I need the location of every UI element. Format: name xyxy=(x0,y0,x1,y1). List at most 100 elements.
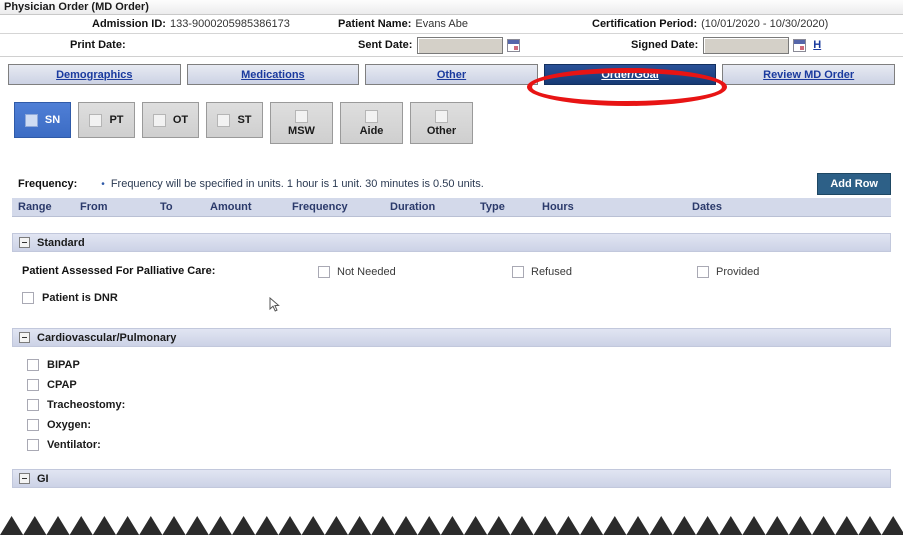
collapse-minus-icon[interactable] xyxy=(19,332,30,343)
tab-order-goal[interactable]: Order/Goal xyxy=(544,64,717,85)
option-oxygen[interactable]: Oxygen: xyxy=(12,415,891,435)
checkbox-ventilator[interactable] xyxy=(27,439,39,451)
admission-id-label: Admission ID: xyxy=(92,18,166,30)
discipline-button-sn[interactable]: SN xyxy=(14,102,71,138)
signed-date-label: Signed Date: xyxy=(631,39,698,51)
option-refused[interactable]: Refused xyxy=(512,262,572,282)
column-header-amount: Amount xyxy=(210,198,252,216)
column-header-dates: Dates xyxy=(692,198,722,216)
checkbox-oxygen[interactable] xyxy=(27,419,39,431)
tab-other[interactable]: Other xyxy=(365,64,538,85)
option-label: BIPAP xyxy=(47,359,80,371)
sent-date-label: Sent Date: xyxy=(358,39,412,51)
torn-paper-edge xyxy=(0,514,903,535)
option-label: Ventilator: xyxy=(47,439,101,451)
signed-date-input[interactable] xyxy=(703,37,789,54)
section-gi-header[interactable]: GI xyxy=(12,469,891,488)
order-table-header: Range From To Amount Frequency Duration Type Ho… xyxy=(12,198,891,217)
frequency-row: Frequency: • Frequency will be specified… xyxy=(0,170,903,198)
window-title: Physician Order (MD Order) xyxy=(0,0,903,15)
section-standard-title: Standard xyxy=(37,237,85,249)
option-patient-is-dnr-label: Patient is DNR xyxy=(42,292,118,304)
calendar-icon[interactable] xyxy=(507,39,520,52)
discipline-label: ST xyxy=(237,114,251,126)
section-gi-title: GI xyxy=(37,473,49,485)
palliative-care-label: Patient Assessed For Palliative Care: xyxy=(22,265,215,277)
column-header-hours: Hours xyxy=(542,198,574,216)
sent-date-input[interactable] xyxy=(417,37,503,54)
checkbox-discipline-sn[interactable] xyxy=(25,114,38,127)
discipline-label: Aide xyxy=(360,125,384,137)
checkbox-provided[interactable] xyxy=(697,266,709,278)
checkbox-discipline-msw[interactable] xyxy=(295,110,308,123)
option-not-needed[interactable]: Not Needed xyxy=(318,262,396,282)
print-date-label: Print Date: xyxy=(70,39,126,51)
checkbox-tracheostomy[interactable] xyxy=(27,399,39,411)
column-header-type: Type xyxy=(480,198,505,216)
patient-name-label: Patient Name: xyxy=(338,18,411,30)
checkbox-discipline-ot[interactable] xyxy=(153,114,166,127)
certification-period-label: Certification Period: xyxy=(592,18,697,30)
option-tracheostomy[interactable]: Tracheostomy: xyxy=(12,395,891,415)
section-gi: GI xyxy=(12,469,891,488)
print-date-field: Print Date: xyxy=(70,34,126,56)
column-header-frequency: Frequency xyxy=(292,198,348,216)
certification-period-value: (10/01/2020 - 10/30/2020) xyxy=(701,18,828,30)
option-ventilator[interactable]: Ventilator: xyxy=(12,435,891,455)
frequency-label: Frequency: xyxy=(18,178,77,190)
frequency-note: Frequency will be specified in units. 1 … xyxy=(111,178,484,190)
discipline-label: SN xyxy=(45,114,60,126)
discipline-button-msw[interactable]: MSW xyxy=(270,102,333,144)
checkbox-bipap[interactable] xyxy=(27,359,39,371)
tab-review-md-order[interactable]: Review MD Order xyxy=(722,64,895,85)
signed-date-field: Signed Date: H xyxy=(631,34,821,56)
option-label: CPAP xyxy=(47,379,77,391)
tab-demographics[interactable]: Demographics xyxy=(8,64,181,85)
section-cardiovascular-pulmonary-title: Cardiovascular/Pulmonary xyxy=(37,332,176,344)
checkbox-discipline-pt[interactable] xyxy=(89,114,102,127)
discipline-label: MSW xyxy=(288,125,315,137)
history-link[interactable]: H xyxy=(813,39,821,51)
patient-info-row-1: Admission ID: 133-9000205985386173 Patie… xyxy=(0,15,903,34)
checkbox-refused[interactable] xyxy=(512,266,524,278)
option-refused-label: Refused xyxy=(531,266,572,278)
discipline-button-aide[interactable]: Aide xyxy=(340,102,403,144)
sent-date-field: Sent Date: xyxy=(358,34,520,56)
collapse-minus-icon[interactable] xyxy=(19,473,30,484)
checkbox-cpap[interactable] xyxy=(27,379,39,391)
checkbox-discipline-st[interactable] xyxy=(217,114,230,127)
checkbox-discipline-other[interactable] xyxy=(435,110,448,123)
collapse-minus-icon[interactable] xyxy=(19,237,30,248)
column-header-from: From xyxy=(80,198,108,216)
section-cardiovascular-pulmonary: Cardiovascular/Pulmonary BIPAP CPAP Trache… xyxy=(12,328,891,459)
option-provided-label: Provided xyxy=(716,266,759,278)
option-label: Oxygen: xyxy=(47,419,91,431)
tab-medications[interactable]: Medications xyxy=(187,64,360,85)
section-standard-body: Patient Assessed For Palliative Care: No… xyxy=(12,252,891,312)
discipline-button-ot[interactable]: OT xyxy=(142,102,199,138)
admission-id-field: Admission ID: 133-9000205985386173 xyxy=(92,15,290,33)
discipline-label: Other xyxy=(427,125,456,137)
discipline-button-other[interactable]: Other xyxy=(410,102,473,144)
certification-period-field: Certification Period: (10/01/2020 - 10/3… xyxy=(592,15,828,33)
option-label: Tracheostomy: xyxy=(47,399,125,411)
discipline-button-st[interactable]: ST xyxy=(206,102,263,138)
column-header-to: To xyxy=(160,198,173,216)
section-cardiovascular-pulmonary-header[interactable]: Cardiovascular/Pulmonary xyxy=(12,328,891,347)
section-standard: Standard Patient Assessed For Palliative… xyxy=(12,233,891,312)
column-header-duration: Duration xyxy=(390,198,435,216)
discipline-selector: SN PTOT ST MSW Aide Other xyxy=(0,90,903,144)
checkbox-patient-is-dnr[interactable] xyxy=(22,292,34,304)
discipline-button-pt[interactable]: PT xyxy=(78,102,135,138)
option-provided[interactable]: Provided xyxy=(697,262,759,282)
add-row-button[interactable]: Add Row xyxy=(817,173,891,195)
checkbox-not-needed[interactable] xyxy=(318,266,330,278)
option-bipap[interactable]: BIPAP xyxy=(12,355,891,375)
column-header-range: Range xyxy=(18,198,52,216)
option-cpap[interactable]: CPAP xyxy=(12,375,891,395)
option-patient-is-dnr[interactable]: Patient is DNR xyxy=(12,288,891,308)
bullet-icon: • xyxy=(101,179,105,190)
checkbox-discipline-aide[interactable] xyxy=(365,110,378,123)
calendar-icon[interactable] xyxy=(793,39,806,52)
section-standard-header[interactable]: Standard xyxy=(12,233,891,252)
